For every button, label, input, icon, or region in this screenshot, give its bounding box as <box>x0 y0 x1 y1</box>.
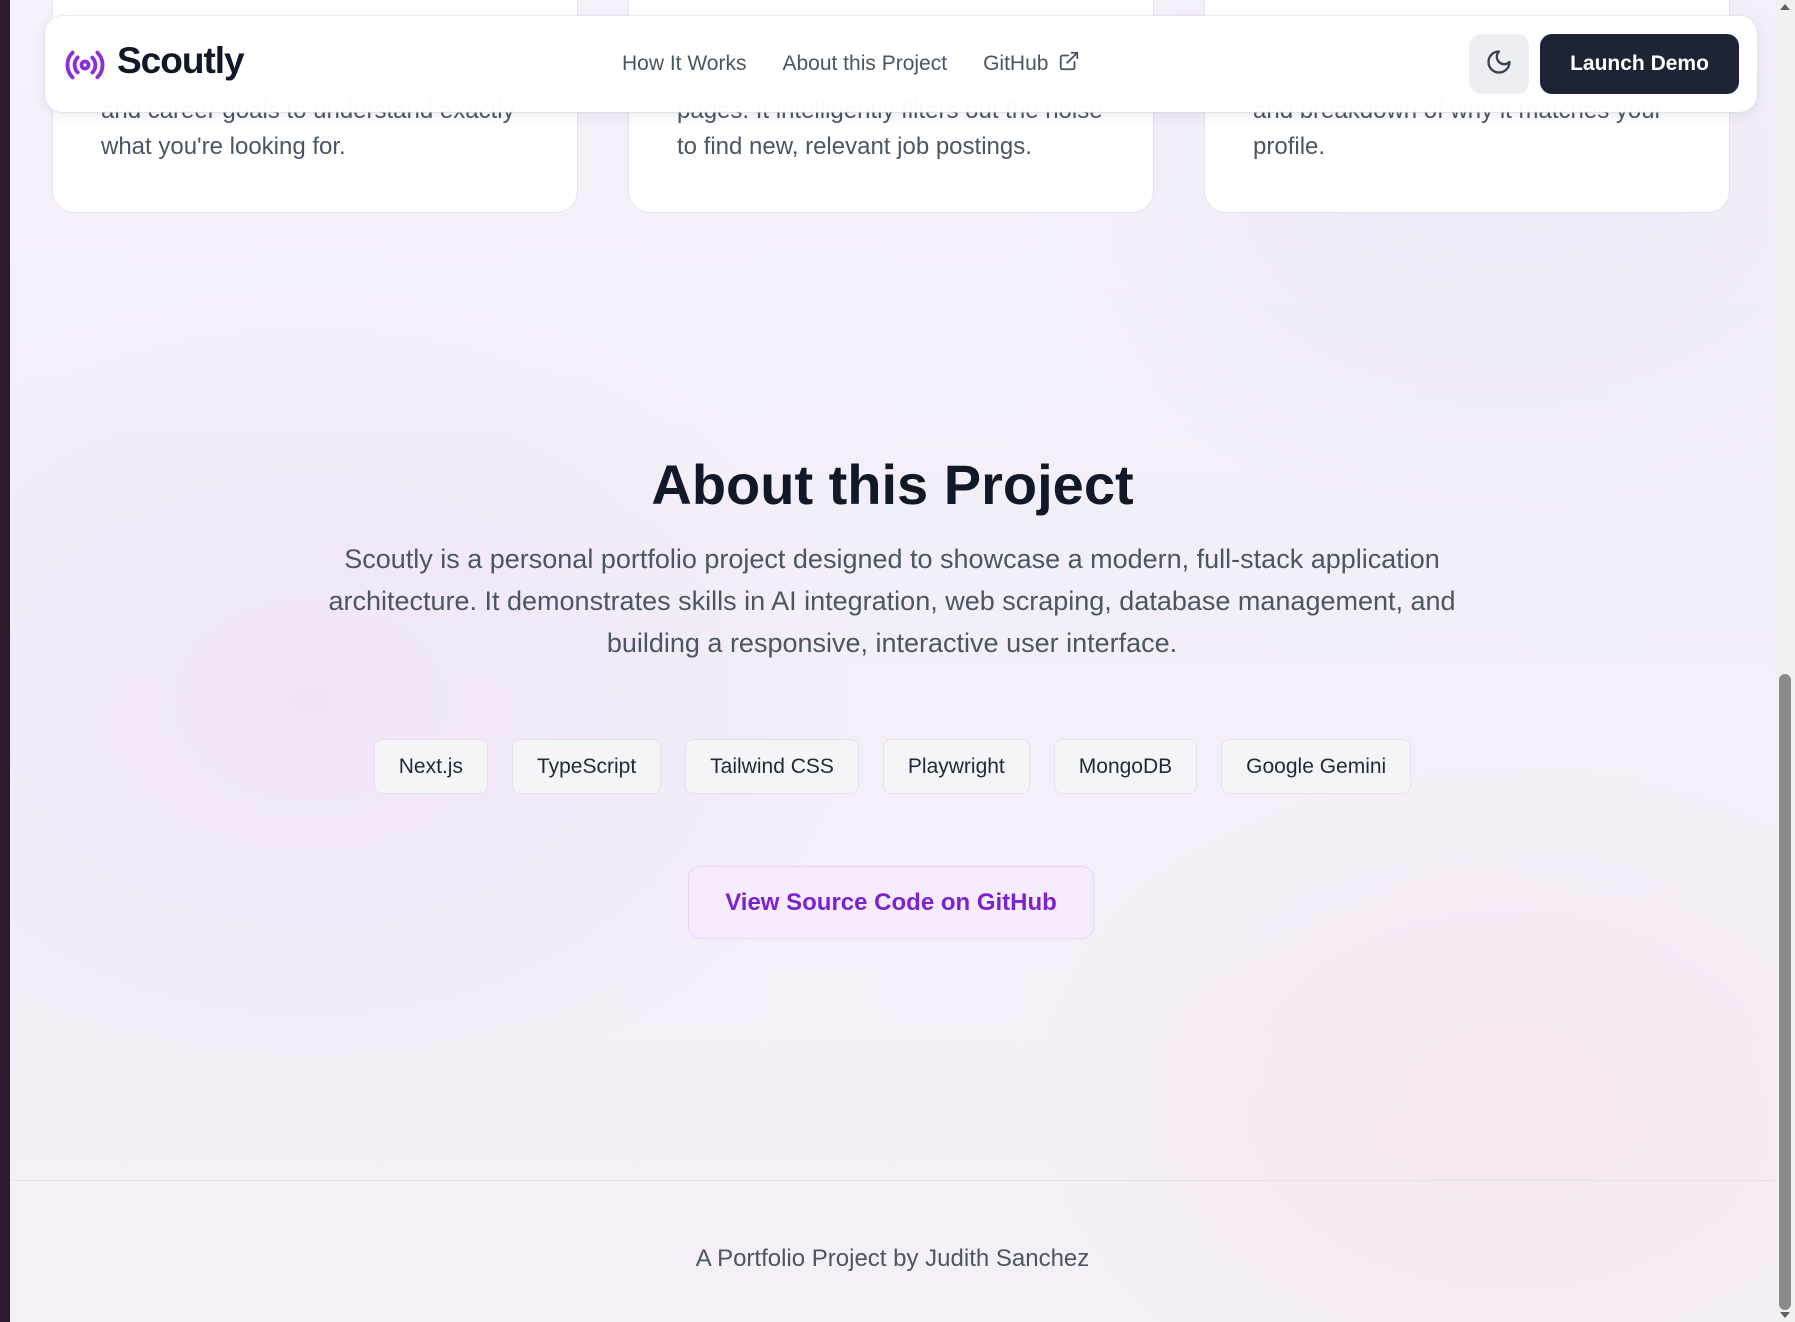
external-link-icon <box>1058 50 1080 78</box>
window-edge <box>0 0 10 1322</box>
tech-tags: Next.js TypeScript Tailwind CSS Playwrig… <box>10 739 1775 794</box>
section-description: Scoutly is a personal portfolio project … <box>328 544 1456 658</box>
scroll-up-icon[interactable] <box>1780 4 1790 10</box>
section-title: About this Project <box>651 453 1134 516</box>
tech-tag: Playwright <box>882 739 1030 794</box>
tech-tag: Google Gemini <box>1221 739 1412 794</box>
scrollbar-thumb[interactable] <box>1779 674 1791 1310</box>
scroll-down-icon[interactable] <box>1780 1312 1790 1318</box>
moon-icon <box>1485 48 1513 81</box>
nav-link-label: GitHub <box>983 52 1049 75</box>
tech-tag: MongoDB <box>1053 739 1198 794</box>
tech-tag: TypeScript <box>511 739 662 794</box>
nav-link-about[interactable]: About this Project <box>782 50 947 78</box>
tech-tag: Next.js <box>373 739 488 794</box>
nav-link-how-it-works[interactable]: How It Works <box>622 50 746 78</box>
theme-toggle-button[interactable] <box>1469 34 1529 94</box>
nav-link-github[interactable]: GitHub <box>983 50 1080 78</box>
view-source-button[interactable]: View Source Code on GitHub <box>688 866 1094 939</box>
tech-tag: Tailwind CSS <box>685 739 859 794</box>
launch-demo-button[interactable]: Launch Demo <box>1540 34 1739 94</box>
nav-links: How It Works About this Project GitHub <box>622 50 1080 78</box>
footer: A Portfolio Project by Judith Sanchez <box>10 1180 1775 1322</box>
nav-link-label: About this Project <box>782 52 948 75</box>
brand-name[interactable]: Scoutly <box>117 40 245 82</box>
page: and career goals to understand exactly w… <box>10 0 1775 1322</box>
broadcast-icon[interactable] <box>64 44 106 86</box>
footer-credit: A Portfolio Project by Judith Sanchez <box>695 1245 1090 1272</box>
navbar: Scoutly How It Works About this Project … <box>45 16 1757 112</box>
scrollbar[interactable] <box>1775 0 1795 1322</box>
nav-link-label: How It Works <box>622 52 747 75</box>
